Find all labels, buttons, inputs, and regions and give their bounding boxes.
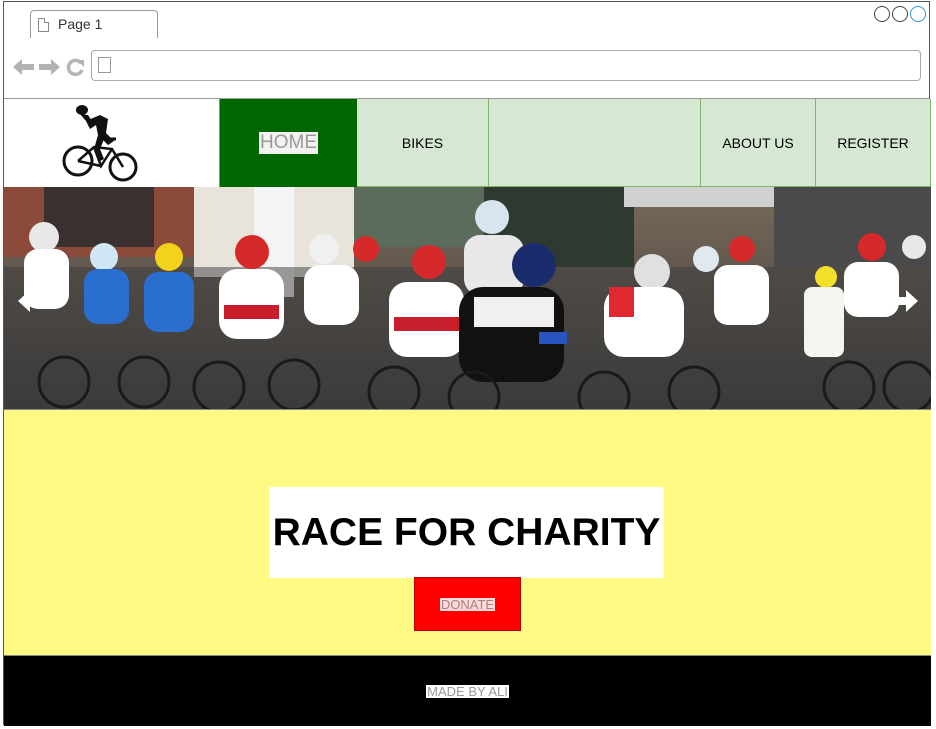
browser-window: Page 1 HOME BIKES ABOUT US REGISTER RACE… xyxy=(3,1,931,726)
logo[interactable] xyxy=(4,99,220,187)
footer-credit: MADE BY ALI xyxy=(426,683,509,699)
site-header: HOME BIKES ABOUT US REGISTER xyxy=(4,99,931,187)
promo-section: RACE FOR CHARITY DONATE xyxy=(4,409,931,656)
window-control-close-icon[interactable] xyxy=(910,6,926,22)
hero-image xyxy=(4,187,931,409)
slider-prev-arrow-icon[interactable] xyxy=(18,289,62,313)
nav-home-label: HOME xyxy=(259,132,318,154)
address-bar[interactable] xyxy=(91,50,921,81)
hero-image-slider xyxy=(4,187,931,409)
donate-button-label: DONATE xyxy=(439,596,496,612)
page-icon xyxy=(38,18,49,32)
window-controls xyxy=(874,6,926,22)
reload-icon[interactable] xyxy=(66,58,85,77)
browser-toolbar xyxy=(4,38,929,99)
nav-register-label: REGISTER xyxy=(837,134,909,151)
nav-bikes-label: BIKES xyxy=(401,134,444,151)
nav-bikes[interactable]: BIKES xyxy=(357,99,489,187)
tab-label: Page 1 xyxy=(58,16,103,32)
slider-next-arrow-icon[interactable] xyxy=(874,289,918,313)
site-footer: MADE BY ALI xyxy=(4,656,931,726)
window-control-minimize-icon[interactable] xyxy=(874,6,890,22)
nav-about-us[interactable]: ABOUT US xyxy=(701,99,816,187)
browser-tab[interactable]: Page 1 xyxy=(30,10,158,38)
donate-button[interactable]: DONATE xyxy=(414,577,521,631)
nav-home[interactable]: HOME xyxy=(220,99,357,187)
nav-register[interactable]: REGISTER xyxy=(816,99,931,187)
promo-title-box: RACE FOR CHARITY xyxy=(269,487,664,578)
window-control-maximize-icon[interactable] xyxy=(892,6,908,22)
promo-title: RACE FOR CHARITY xyxy=(272,510,661,554)
page-icon xyxy=(98,57,111,73)
cyclist-logo-icon xyxy=(62,105,138,182)
nav-about-label: ABOUT US xyxy=(722,134,794,151)
forward-arrow-icon[interactable] xyxy=(38,58,60,76)
tab-bar: Page 1 xyxy=(4,2,929,39)
back-arrow-icon[interactable] xyxy=(13,58,35,76)
nav-spacer xyxy=(489,99,701,187)
